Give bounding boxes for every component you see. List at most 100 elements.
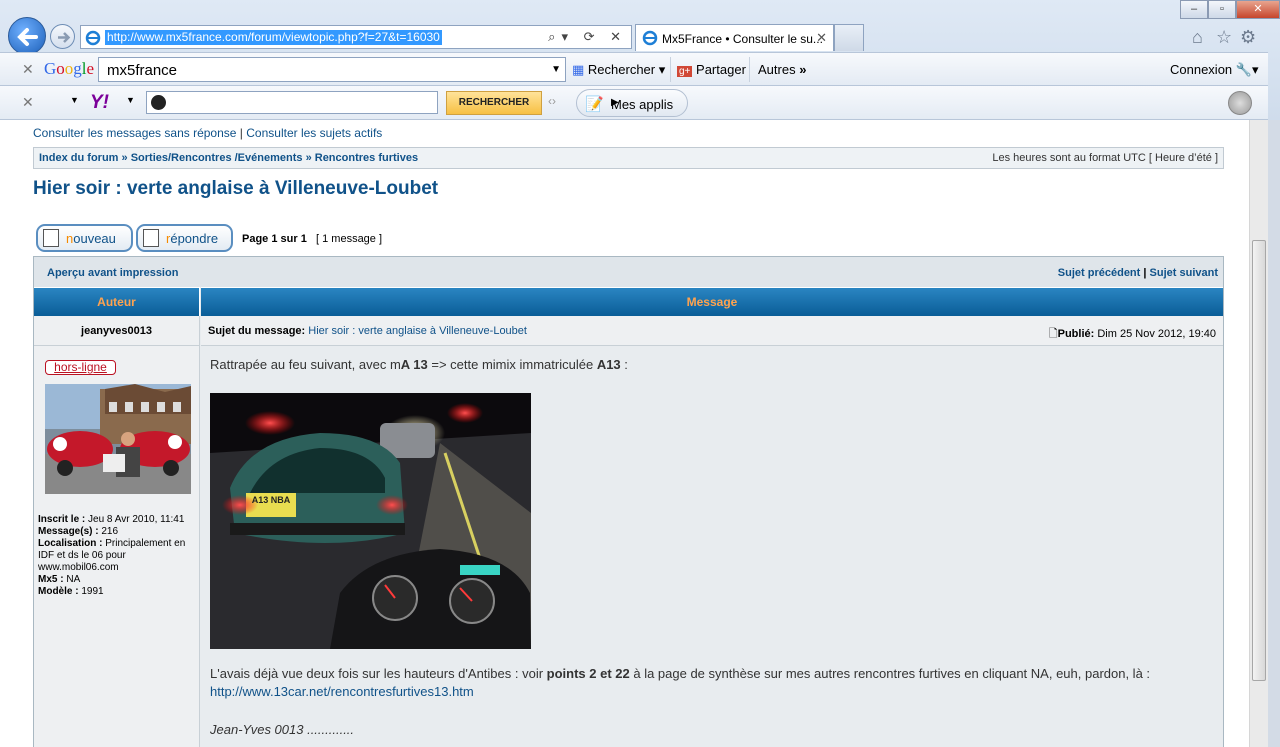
favorites-star-icon[interactable]: ☆ xyxy=(1216,27,1232,48)
subject-link[interactable]: Hier soir : verte anglaise à Villeneuve-… xyxy=(308,325,527,337)
reply-label: épondre xyxy=(170,231,219,246)
post-table: Aperçu avant impression Sujet précédent … xyxy=(33,256,1224,747)
post-line-2: L'avais déjà vue deux fois sur les haute… xyxy=(210,665,1210,701)
tab-title: Mx5France • Consulter le su... xyxy=(662,32,823,46)
autres-label: Autres xyxy=(758,62,796,77)
back-arrow-icon xyxy=(17,28,38,46)
next-topic-link[interactable]: Sujet suivant xyxy=(1150,267,1218,279)
tab-mx5france[interactable]: Mx5France • Consulter le su... ✕ xyxy=(635,24,834,51)
double-chevron-icon: » xyxy=(799,62,807,77)
plate-text: A13 NBA xyxy=(251,495,291,505)
model-label: Modèle : xyxy=(38,586,79,597)
top-links: Consulter les messages sans réponse | Co… xyxy=(33,126,382,140)
post-icon[interactable]: 🗋 xyxy=(1049,328,1058,340)
breadcrumb-category[interactable]: Sorties/Rencontres /Evénements xyxy=(131,152,303,164)
yahoo-search-input[interactable] xyxy=(146,91,438,114)
timezone-text: Les heures sont au format UTC [ Heure d’… xyxy=(992,152,1218,164)
autres-button[interactable]: Autres » xyxy=(758,62,806,77)
close-window-button[interactable]: ✕ xyxy=(1236,0,1280,19)
status-badge[interactable]: hors-ligne xyxy=(45,360,116,375)
message-count: [ 1 message ] xyxy=(316,233,383,245)
divider xyxy=(749,57,750,82)
ie-tab-icon xyxy=(642,30,658,46)
document-icon xyxy=(43,229,59,247)
new-tab-button[interactable] xyxy=(834,24,864,51)
breadcrumb-subforum[interactable]: Rencontres furtives xyxy=(315,152,418,164)
settings-gear-icon[interactable] xyxy=(1228,91,1252,115)
maximize-button[interactable]: ▫ xyxy=(1208,0,1236,19)
vertical-scrollbar[interactable] xyxy=(1249,120,1268,747)
text-bold: A13 xyxy=(596,357,621,372)
scrollbar-thumb[interactable] xyxy=(1252,240,1266,681)
print-preview-link[interactable]: Aperçu avant impression xyxy=(47,267,178,279)
tools-gear-icon[interactable]: ⚙ xyxy=(1240,27,1256,48)
unanswered-link[interactable]: Consulter les messages sans réponse xyxy=(33,126,236,140)
rechercher-label: Rechercher xyxy=(587,62,656,77)
chevron-down-icon[interactable]: ▼ xyxy=(551,64,561,75)
topic-title[interactable]: Hier soir : verte anglaise à Villeneuve-… xyxy=(33,178,438,200)
close-toolbar-icon[interactable]: ✕ xyxy=(22,61,34,78)
page-content: Consulter les messages sans réponse | Co… xyxy=(0,120,1249,747)
pipe: | xyxy=(1143,267,1147,279)
page-info: Page 1 sur 1 [ 1 message ] xyxy=(242,233,382,245)
subject-label: Sujet du message: xyxy=(208,325,306,337)
google-logo: Google xyxy=(44,59,95,78)
author-column-header: Auteur xyxy=(34,287,200,316)
chevron-down-icon[interactable]: ▼ xyxy=(126,95,135,105)
resize-handle-icon[interactable]: ‹› xyxy=(548,94,556,108)
text-bold: points 2 et 22 xyxy=(546,666,630,681)
message-column-header: Message xyxy=(201,287,1223,316)
post-date: Dim 25 Nov 2012, 19:40 xyxy=(1097,328,1216,340)
minimize-button[interactable]: – xyxy=(1180,0,1208,19)
close-toolbar-icon[interactable]: ✕ xyxy=(22,94,34,111)
text: à la page de synthèse sur mes autres ren… xyxy=(629,666,1151,681)
partager-label: Partager xyxy=(696,62,746,77)
profile-details: Inscrit le : Jeu 8 Avr 2010, 11:41 Messa… xyxy=(38,514,198,598)
text: => cette mimix immatriculée xyxy=(427,357,597,372)
partager-button[interactable]: g+ Partager xyxy=(677,62,746,77)
google-plus-icon: g+ xyxy=(677,66,693,77)
yahoo-toolbar: ✕ ▼ Y! ▼ RECHERCHER ‹› 📝 Mes applis ▶ xyxy=(0,86,1268,120)
tab-close-icon[interactable]: ✕ xyxy=(816,30,827,46)
yahoo-rechercher-button[interactable]: RECHERCHER xyxy=(446,91,542,115)
mes-applis-button[interactable]: 📝 Mes applis ▶ xyxy=(576,89,688,117)
posts-label: Message(s) : xyxy=(38,526,99,537)
browser-chrome: http://www.mx5france.com/forum/viewtopic… xyxy=(0,0,1280,120)
back-button[interactable] xyxy=(8,17,46,55)
document-icon xyxy=(143,229,159,247)
page-label: Page 1 sur 1 xyxy=(242,233,307,245)
chevron-down-icon[interactable]: ▼ xyxy=(70,95,79,105)
google-search-input[interactable]: mx5france ▼ xyxy=(98,57,566,82)
breadcrumb: Index du forum » Sorties/Rencontres /Evé… xyxy=(33,147,1224,169)
address-tools-icons[interactable]: ⌕▾ ⟳ ✕ xyxy=(548,29,627,45)
connexion-label: Connexion xyxy=(1170,62,1233,77)
breadcrumb-index[interactable]: Index du forum xyxy=(39,152,118,164)
connexion-button[interactable]: Connexion 🔧▾ xyxy=(1170,62,1259,78)
active-topics-link[interactable]: Consulter les sujets actifs xyxy=(246,126,382,140)
forward-button[interactable] xyxy=(50,24,75,49)
location-label: Localisation : xyxy=(38,538,103,549)
google-icon: ▦ xyxy=(572,62,585,77)
author-name[interactable]: jeanyves0013 xyxy=(34,316,200,346)
external-link[interactable]: http://www.13car.net/rencontresfurtives1… xyxy=(210,684,474,699)
yahoo-logo: Y! xyxy=(90,92,109,113)
wrench-icon: 🔧 xyxy=(1235,62,1252,77)
posts-value: 216 xyxy=(101,526,119,537)
previous-topic-link[interactable]: Sujet précédent xyxy=(1058,267,1141,279)
reply-button[interactable]: répondre xyxy=(136,224,233,252)
breadcrumb-sep: » xyxy=(121,152,128,164)
text: : xyxy=(620,357,628,372)
address-bar[interactable]: http://www.mx5france.com/forum/viewtopic… xyxy=(80,25,632,49)
posted-label: Publié: xyxy=(1057,328,1095,340)
breadcrumb-sep: » xyxy=(305,152,312,164)
mx5-value: NA xyxy=(66,574,81,585)
google-rechercher-button[interactable]: ▦ Rechercher ▾ xyxy=(572,62,665,78)
url-text[interactable]: http://www.mx5france.com/forum/viewtopic… xyxy=(105,30,442,45)
new-label: ouveau xyxy=(73,231,116,246)
arrow-right-icon: ▶ xyxy=(611,97,619,108)
home-icon[interactable]: ⌂ xyxy=(1192,27,1203,48)
new-topic-button[interactable]: nouveau xyxy=(36,224,133,252)
text: Rattrapée au feu suivant, avec m xyxy=(210,357,401,372)
post-meta-row: Sujet du message: Hier soir : verte angl… xyxy=(201,316,1223,346)
post-photo[interactable]: A13 NBA xyxy=(210,393,531,649)
